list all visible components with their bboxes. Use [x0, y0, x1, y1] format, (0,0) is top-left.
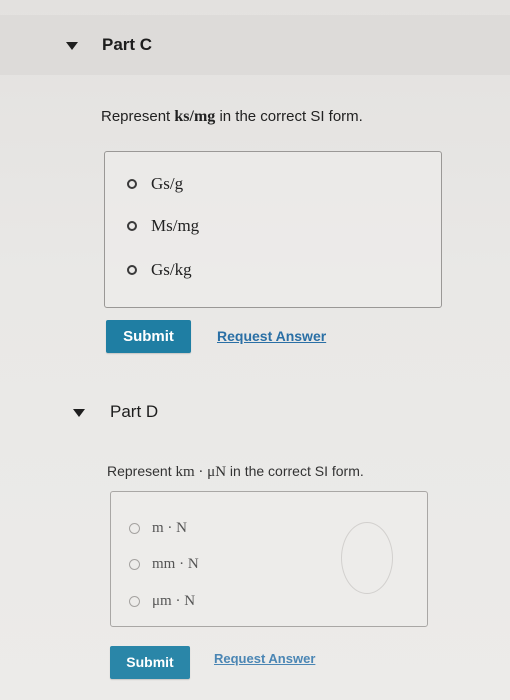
option-label: μm · N [152, 593, 196, 609]
question-expression: ks/mg [174, 108, 216, 125]
caret-down-icon[interactable] [66, 42, 78, 50]
part-c-answer-box: Gs/g Ms/mg Gs/kg [104, 151, 442, 308]
radio-icon[interactable] [129, 523, 140, 534]
radio-icon[interactable] [127, 265, 137, 275]
question-prefix: Represent [107, 463, 176, 479]
radio-icon[interactable] [129, 559, 140, 570]
screen-smudge [341, 522, 393, 594]
part-d-answer-box: m · N mm · N μm · N [110, 491, 428, 627]
part-c-option-2[interactable]: Ms/mg [127, 216, 199, 236]
question-suffix: in the correct SI form. [226, 463, 364, 479]
radio-icon[interactable] [127, 179, 137, 189]
question-prefix: Represent [101, 108, 175, 125]
part-d-title: Part D [110, 402, 159, 421]
part-c-option-3[interactable]: Gs/kg [127, 260, 192, 280]
option-label: Gs/kg [151, 260, 192, 279]
part-d-option-2[interactable]: mm · N [129, 556, 199, 573]
caret-down-icon[interactable] [73, 409, 85, 417]
part-d-question: Represent km · μN in the correct SI form… [107, 463, 364, 481]
option-label: Ms/mg [151, 216, 200, 235]
part-d-option-1[interactable]: m · N [129, 520, 187, 537]
part-d-submit-button[interactable]: Submit [110, 646, 190, 679]
radio-icon[interactable] [129, 596, 140, 607]
part-d-option-3[interactable]: μm · N [129, 593, 195, 610]
part-d-request-answer-link[interactable]: Request Answer [214, 651, 315, 666]
part-c-request-answer-link[interactable]: Request Answer [217, 328, 326, 344]
part-c-question: Represent ks/mg in the correct SI form. [101, 108, 363, 126]
radio-icon[interactable] [127, 221, 137, 231]
page: Part C Represent ks/mg in the correct SI… [0, 0, 510, 700]
option-label: mm · N [152, 556, 199, 572]
question-expression: km · μN [175, 464, 227, 480]
option-label: Gs/g [151, 174, 184, 193]
question-suffix: in the correct SI form. [215, 108, 363, 125]
part-c-title: Part C [102, 35, 153, 54]
part-c-header[interactable]: Part C [0, 15, 510, 75]
part-d-header[interactable]: Part D [0, 385, 510, 445]
part-c-option-1[interactable]: Gs/g [127, 174, 183, 194]
part-c-submit-button[interactable]: Submit [106, 320, 191, 353]
option-label: m · N [152, 520, 187, 536]
